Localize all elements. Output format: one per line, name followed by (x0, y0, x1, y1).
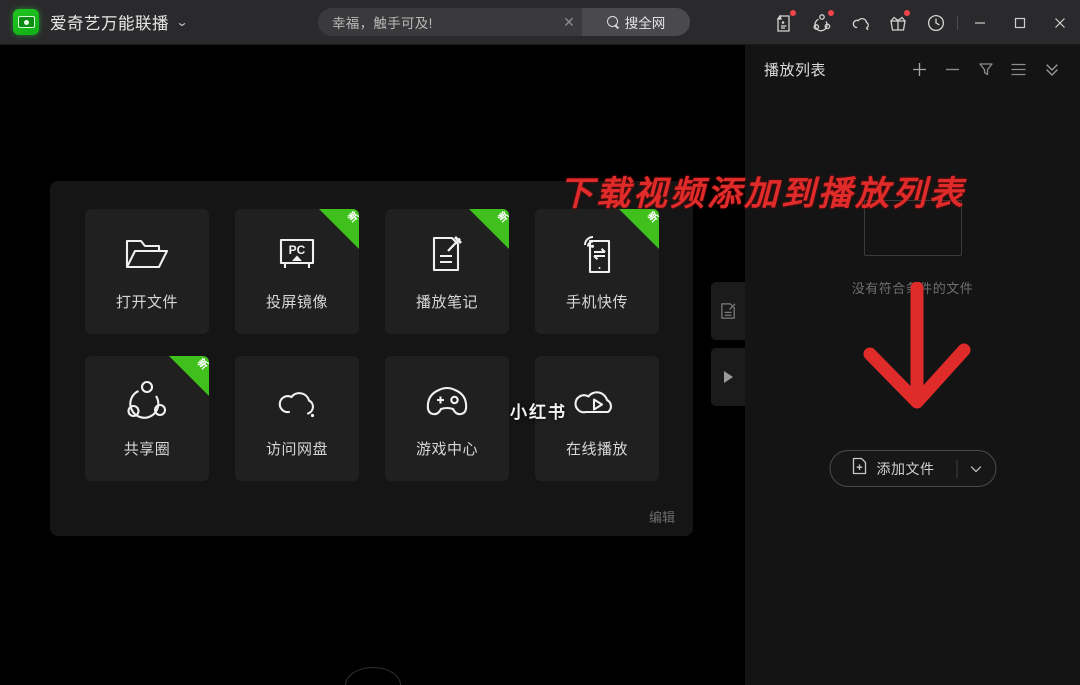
share-circle-icon[interactable] (803, 0, 841, 45)
add-file-label: 添加文件 (876, 460, 935, 477)
tile-label: 共享圈 (123, 441, 171, 458)
shortcut-tile-share-circle[interactable]: 新 共享圈 (85, 356, 209, 481)
cast-device-icon[interactable] (765, 0, 803, 45)
shortcut-tile-phone-transfer[interactable]: 新 手机快传 (535, 209, 659, 334)
cloud-disk-icon[interactable] (841, 0, 879, 45)
history-clock-icon[interactable] (917, 0, 955, 45)
file-plus-icon (852, 457, 868, 480)
tile-label: 投屏镜像 (265, 294, 328, 311)
new-badge-label: 新 (494, 210, 509, 226)
new-badge-label: 新 (344, 210, 359, 226)
gift-box-icon[interactable] (879, 0, 917, 45)
minimize-button[interactable] (960, 0, 1000, 45)
tile-label: 打开文件 (115, 294, 178, 311)
new-badge: 新 (319, 209, 359, 249)
new-badge: 新 (169, 356, 209, 396)
titlebar-icon-group (765, 0, 1080, 45)
player-control-arc (344, 667, 401, 685)
add-file-main[interactable]: 添加文件 (830, 451, 956, 486)
list-lines-icon[interactable] (1002, 45, 1035, 93)
down-arrow-annotation-icon (858, 281, 978, 414)
share-circle-icon (123, 378, 171, 424)
app-title: 爱奇艺万能联播 (50, 15, 169, 33)
search-input[interactable]: 幸福，触手可及! (318, 8, 556, 36)
tile-label: 播放笔记 (415, 294, 478, 311)
minus-icon[interactable] (936, 45, 969, 93)
title-bar: 爱奇艺万能联播 ⌄ 幸福，触手可及! ✕ 搜全网 (0, 0, 1080, 45)
shortcut-tile-screen-mirror[interactable]: 新 PC 投屏镜像 (235, 209, 359, 334)
search-input-value: 幸福，触手可及! (332, 16, 433, 31)
new-badge: 新 (619, 209, 659, 249)
notification-badge (790, 10, 796, 16)
tile-label: 访问网盘 (265, 441, 328, 458)
notification-badge (828, 10, 834, 16)
cloud-disk-icon (273, 378, 321, 424)
search-icon (606, 15, 620, 29)
plus-icon[interactable] (903, 45, 936, 93)
close-icon[interactable]: ✕ (556, 8, 582, 36)
tile-label: 手机快传 (565, 294, 628, 311)
add-file-button[interactable]: 添加文件 (829, 450, 996, 487)
cloud-play-icon (573, 378, 621, 424)
playlist-title: 播放列表 (764, 61, 827, 79)
tile-label: 在线播放 (565, 441, 628, 458)
annotation-red-text: 下载视频添加到播放列表 (559, 175, 966, 213)
phone-transfer-icon (573, 231, 621, 277)
folder-open-icon (123, 231, 171, 277)
chevron-down-icon[interactable]: ⌄ (175, 15, 188, 29)
note-edit-icon (423, 231, 471, 277)
search-bar[interactable]: 幸福，触手可及! ✕ 搜全网 (318, 8, 690, 36)
stage-side-tabs (711, 282, 745, 406)
search-all-web-button[interactable]: 搜全网 (582, 8, 690, 36)
video-stage[interactable]: 打开文件 新 PC 投屏镜像 新 播放笔记 新 手机快传 新 共享圈 访问网盘 … (0, 45, 745, 685)
playlist-header: 播放列表 (745, 45, 1080, 93)
gamepad-icon (423, 378, 471, 424)
pc-cast-icon: PC (273, 231, 321, 277)
tile-label: 游戏中心 (415, 441, 478, 458)
close-button[interactable] (1040, 0, 1080, 45)
watermark-label: 小红书 (510, 403, 567, 422)
filter-funnel-icon[interactable] (969, 45, 1002, 93)
shortcut-tile-open-file[interactable]: 打开文件 (85, 209, 209, 334)
svg-text:PC: PC (289, 243, 306, 257)
iqiyi-logo-icon (13, 9, 39, 35)
shortcut-tile-game-center[interactable]: 游戏中心 (385, 356, 509, 481)
notification-badge (904, 10, 910, 16)
edit-shortcuts-link[interactable]: 编辑 (649, 507, 675, 526)
app-window: 爱奇艺万能联播 ⌄ 幸福，触手可及! ✕ 搜全网 打开文件 新 PC 投屏镜像 … (0, 0, 1080, 685)
expand-playlist-tab[interactable] (711, 348, 745, 406)
shortcut-panel: 打开文件 新 PC 投屏镜像 新 播放笔记 新 手机快传 新 共享圈 访问网盘 … (50, 181, 693, 536)
notes-tab[interactable] (711, 282, 745, 340)
new-badge-label: 新 (194, 357, 209, 373)
shortcut-tile-grid: 打开文件 新 PC 投屏镜像 新 播放笔记 新 手机快传 新 共享圈 访问网盘 … (85, 209, 659, 481)
shortcut-tile-cloud-disk[interactable]: 访问网盘 (235, 356, 359, 481)
chevron-down-icon[interactable] (957, 451, 995, 486)
maximize-button[interactable] (1000, 0, 1040, 45)
toolbar-divider (957, 15, 958, 30)
search-button-label: 搜全网 (624, 16, 666, 31)
playlist-toolbar (903, 45, 1068, 93)
shortcut-tile-play-notes[interactable]: 新 播放笔记 (385, 209, 509, 334)
double-chevron-down-icon[interactable] (1035, 45, 1068, 93)
new-badge: 新 (469, 209, 509, 249)
